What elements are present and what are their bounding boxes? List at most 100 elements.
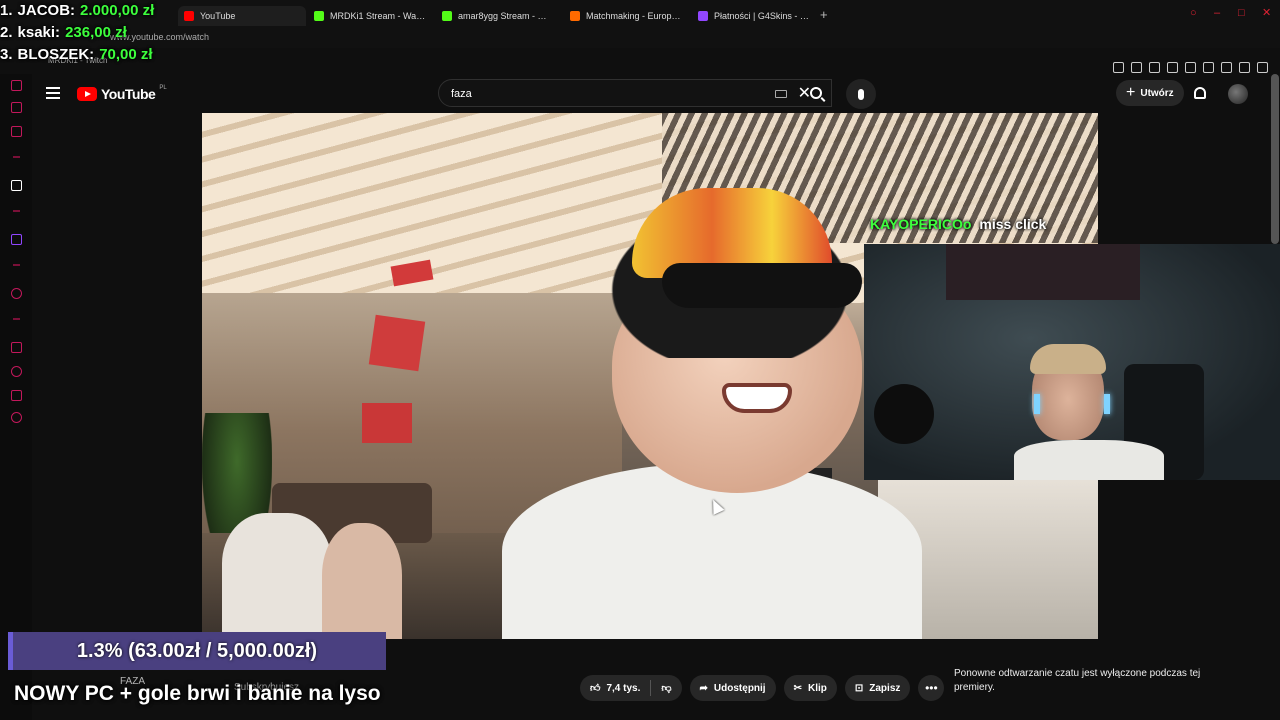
donor-amount: 70,00 zł <box>99 46 153 63</box>
sidebar-app-icon[interactable] <box>11 342 22 353</box>
create-button[interactable]: + Utwórz <box>1116 80 1184 106</box>
tab-mrdki1[interactable]: MRDKi1 Stream - Watch L <box>314 6 426 26</box>
search-query[interactable]: faza <box>451 88 472 100</box>
like-button[interactable]: 👍︎ 7,4 tys. <box>580 675 650 701</box>
headphone-light-icon <box>1034 394 1040 414</box>
tab-icon[interactable] <box>1131 62 1142 73</box>
download-icon[interactable] <box>1239 62 1250 73</box>
address-bar[interactable]: www.youtube.com/watch <box>0 30 1280 73</box>
youtube-header: YouTube PL faza ✕ + Utwórz <box>32 74 1280 114</box>
sidebar-app-icon[interactable] <box>11 288 22 299</box>
menu-icon[interactable] <box>46 87 60 99</box>
menu-dots-icon[interactable] <box>1257 62 1268 73</box>
extensions-icon[interactable] <box>1203 62 1214 73</box>
screen: YouTube MRDKi1 Stream - Watch L amar8ygg… <box>0 0 1280 720</box>
tab-matchmaking[interactable]: Matchmaking - Europe 5 <box>570 6 682 26</box>
donor-row: 2. ksaki: 236,00 zł <box>0 22 154 44</box>
new-tab-plus-icon[interactable]: + <box>820 8 828 22</box>
search-input[interactable]: faza ✕ <box>438 79 832 107</box>
search-icon <box>810 87 822 99</box>
dislike-button[interactable]: 👎︎ <box>651 675 681 701</box>
video-scene-person <box>322 523 402 639</box>
save-button[interactable]: ⊡ Zapisz <box>844 675 911 701</box>
video-scene-sign <box>368 314 426 372</box>
tab-g4skins[interactable]: Płatności | G4Skins - Otw <box>698 6 810 26</box>
kick-favicon-icon <box>442 11 452 21</box>
maximize-icon[interactable]: □ <box>1238 8 1248 19</box>
browser-tab-bar: YouTube MRDKi1 Stream - Watch L amar8ygg… <box>0 0 1280 30</box>
share-label: Udostępnij <box>713 682 766 694</box>
mic-icon <box>858 88 864 100</box>
more-dots-icon: ••• <box>925 681 938 695</box>
thumbs-up-icon: 👍︎ <box>590 683 601 694</box>
youtube-play-icon <box>77 87 97 101</box>
sidebar-divider <box>13 264 20 266</box>
donor-name: BLOSZEK: <box>17 46 95 63</box>
tab-label: MRDKi1 Stream - Watch L <box>330 11 426 21</box>
sidebar-icon[interactable] <box>1221 62 1232 73</box>
webcam-fan <box>874 384 934 444</box>
youtube-logo[interactable]: YouTube PL <box>77 85 167 102</box>
heart-icon[interactable] <box>1185 62 1196 73</box>
donor-rank: 1. <box>0 2 13 19</box>
kick-favicon-icon <box>314 11 324 21</box>
search-button[interactable] <box>800 79 832 107</box>
webcam-streamer-body <box>1014 440 1164 480</box>
close-window-icon[interactable]: ✕ <box>1262 8 1272 19</box>
more-actions-button[interactable]: ••• <box>918 675 945 701</box>
video-scene-sign <box>362 403 412 443</box>
window-controls: ○ – □ ✕ <box>1190 8 1272 19</box>
sidebar-app-icon[interactable] <box>11 80 22 91</box>
donor-name: ksaki: <box>17 24 61 41</box>
g4skins-favicon-icon <box>698 11 708 21</box>
sidebar-app-icon[interactable] <box>11 180 22 191</box>
tab-label: amar8ygg Stream - Watc <box>458 11 554 21</box>
tab-amar8ygg[interactable]: amar8ygg Stream - Watc <box>442 6 554 26</box>
video-scene-smile <box>722 383 792 413</box>
scrollbar[interactable] <box>1271 74 1279 244</box>
voice-search-button[interactable] <box>846 79 876 109</box>
region-code: PL <box>159 85 167 91</box>
thumbs-down-icon: 👎︎ <box>661 683 672 694</box>
donor-amount: 236,00 zł <box>65 24 127 41</box>
donor-rank: 2. <box>0 24 13 41</box>
tab-youtube[interactable]: YouTube <box>178 6 306 26</box>
share-icon: ➦ <box>699 682 708 694</box>
settings-icon[interactable] <box>11 412 22 423</box>
bell-icon[interactable] <box>1194 87 1206 99</box>
video-scene-sunglasses <box>662 263 862 308</box>
youtube-favicon-icon <box>184 11 194 21</box>
clip-label: Klip <box>807 682 827 694</box>
sidebar-app-icon[interactable] <box>11 102 22 113</box>
sidebar-app-icon[interactable] <box>11 126 22 137</box>
goal-text: 1.3% (63.00zł / 5,000.00zł) <box>76 640 318 662</box>
tab-label: Matchmaking - Europe 5 <box>586 11 682 21</box>
webcam-streamer-hair <box>1030 344 1106 374</box>
faceit-favicon-icon <box>570 11 580 21</box>
share-button[interactable]: ➦ Udostępnij <box>689 675 776 701</box>
donor-amount: 2.000,00 zł <box>80 2 155 19</box>
webcam-overlay <box>864 244 1280 480</box>
keyboard-icon[interactable] <box>775 90 787 98</box>
avatar[interactable] <box>1228 84 1248 104</box>
chat-text: miss click <box>979 216 1047 232</box>
save-label: Zapisz <box>869 682 901 694</box>
history-icon[interactable] <box>11 366 22 377</box>
shield-icon[interactable] <box>1149 62 1160 73</box>
video-actions: 👍︎ 7,4 tys. 👎︎ ➦ Udostępnij ✂ Klip ⊡ Zap… <box>580 675 945 701</box>
donor-rank: 3. <box>0 46 13 63</box>
search-tabs-icon[interactable]: ○ <box>1190 8 1200 19</box>
sidebar-app-icon[interactable] <box>11 390 22 401</box>
minimize-icon[interactable]: – <box>1214 8 1224 19</box>
scissors-icon: ✂ <box>793 682 802 694</box>
webcam-poster <box>946 244 1140 300</box>
bookmark-icon[interactable] <box>1113 62 1124 73</box>
donor-row: 3. BLOSZEK: 70,00 zł <box>0 44 154 66</box>
twitch-icon[interactable] <box>11 234 22 245</box>
chat-username: KAYOPERICOo <box>870 216 972 232</box>
play-icon[interactable] <box>1167 62 1178 73</box>
sidebar-divider <box>13 156 20 158</box>
bookmark-icon: ⊡ <box>854 682 864 694</box>
clip-button[interactable]: ✂ Klip <box>783 675 837 701</box>
chat-overlay-message: KAYOPERICOo miss click <box>870 216 1046 232</box>
